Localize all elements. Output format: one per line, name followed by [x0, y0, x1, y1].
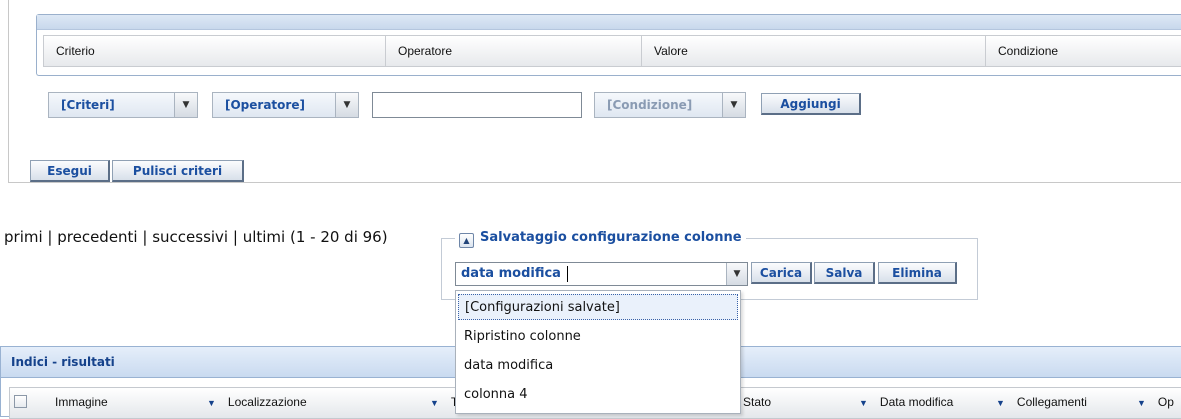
column-config-select-value: data modifica [461, 266, 561, 281]
results-col-label: Stato [743, 395, 772, 409]
pager-separator: | [42, 228, 58, 246]
col-operatore[interactable]: Operatore [386, 36, 642, 66]
operatore-select-label: [Operatore] [225, 98, 305, 112]
pager-last-link[interactable]: ultimi [243, 228, 286, 246]
condizione-select[interactable]: [Condizione] ▼ [594, 92, 746, 118]
results-col-stato[interactable]: Stato [743, 388, 771, 416]
criteria-table-header: Criterio Operatore Valore Condizione [43, 35, 1181, 67]
pager-next-link[interactable]: successivi [152, 228, 228, 246]
results-panel-title: Indici - risultati [11, 355, 115, 369]
col-valore[interactable]: Valore [642, 36, 986, 66]
results-col-label: Localizzazione [227, 395, 307, 409]
chevron-down-icon[interactable]: ▼ [335, 93, 358, 117]
dropdown-option[interactable]: data modifica [458, 353, 738, 379]
results-col-data-modifica[interactable]: ▼ Data modifica [859, 388, 953, 416]
results-col-localizzazione[interactable]: ▼ Localizzazione [207, 388, 307, 416]
select-all-checkbox[interactable] [14, 395, 27, 408]
salva-button[interactable]: Salva [814, 262, 875, 284]
column-config-legend-label: Salvataggio configurazione colonne [480, 230, 742, 245]
condizione-select-label: [Condizione] [607, 98, 693, 112]
results-col-label: Collegamenti [1016, 395, 1087, 409]
operatore-select[interactable]: [Operatore] ▼ [212, 92, 359, 118]
results-col-op[interactable]: ▼ Op [1137, 388, 1174, 416]
caret-down-icon[interactable]: ▼ [207, 398, 216, 408]
column-config-select[interactable]: data modifica ▼ [455, 262, 748, 286]
criteria-table: Criterio Operatore Valore Condizione [36, 14, 1181, 76]
col-condizione[interactable]: Condizione [986, 36, 1181, 66]
pager-first-link[interactable]: primi [4, 228, 43, 246]
carica-button[interactable]: Carica [751, 262, 812, 284]
caret-down-icon[interactable]: ▼ [1137, 398, 1146, 408]
criteri-select[interactable]: [Criteri] ▼ [48, 92, 198, 118]
chevron-down-icon[interactable]: ▼ [726, 263, 747, 285]
pager-range: (1 - 20 di 96) [285, 228, 388, 246]
text-caret [567, 266, 568, 282]
pager-separator: | [137, 228, 153, 246]
criteria-table-topbar [37, 15, 1181, 30]
results-col-label: Data modifica [879, 395, 954, 409]
col-criterio[interactable]: Criterio [44, 36, 386, 66]
results-col-label: Immagine [55, 395, 108, 409]
results-col-label: Op [1157, 395, 1174, 409]
criteri-select-label: [Criteri] [61, 98, 115, 112]
dropdown-option[interactable]: Ripristino colonne [458, 324, 738, 350]
aggiungi-button[interactable]: Aggiungi [761, 93, 861, 115]
results-col-collegamenti[interactable]: ▼ Collegamenti [996, 388, 1087, 416]
valore-input[interactable] [372, 92, 582, 118]
chevron-down-icon[interactable]: ▼ [722, 93, 745, 117]
caret-down-icon[interactable]: ▼ [859, 398, 868, 408]
elimina-button[interactable]: Elimina [878, 262, 957, 284]
chevron-up-icon[interactable]: ▲ [459, 233, 474, 248]
column-config-legend: ▲ Salvataggio configurazione colonne [455, 228, 746, 248]
esegui-button[interactable]: Esegui [30, 160, 110, 182]
results-col-immagine[interactable]: Immagine [55, 388, 108, 416]
pager-previous-link[interactable]: precedenti [57, 228, 137, 246]
pager-separator: | [228, 228, 243, 246]
column-config-dropdown-list: [Configurazioni salvate] Ripristino colo… [455, 290, 741, 414]
dropdown-option[interactable]: colonna 4 [458, 382, 738, 408]
pulisci-criteri-button[interactable]: Pulisci criteri [112, 160, 244, 182]
caret-down-icon[interactable]: ▼ [996, 398, 1005, 408]
chevron-down-icon[interactable]: ▼ [174, 93, 197, 117]
caret-down-icon[interactable]: ▼ [430, 398, 439, 408]
pager: primi | precedenti | successivi | ultimi… [4, 228, 388, 246]
dropdown-option[interactable]: [Configurazioni salvate] [458, 294, 738, 320]
